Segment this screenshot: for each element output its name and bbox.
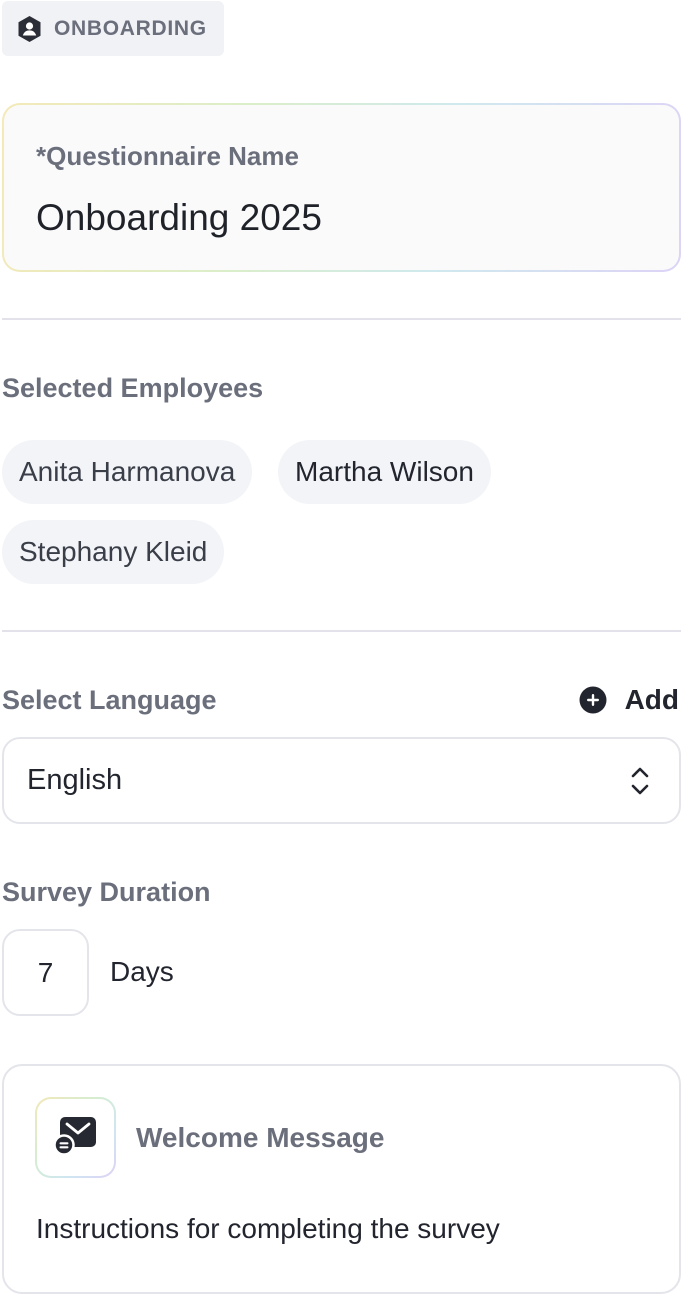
employee-chip[interactable]: Martha Wilson bbox=[278, 440, 491, 504]
employee-chip[interactable]: Anita Harmanova bbox=[2, 440, 253, 504]
divider bbox=[2, 318, 681, 320]
envelope-message-icon bbox=[52, 1115, 98, 1160]
welcome-message-body[interactable]: Instructions for completing the survey bbox=[36, 1213, 500, 1245]
add-language-button[interactable]: Add bbox=[579, 684, 679, 716]
survey-duration-label: Survey Duration bbox=[2, 877, 211, 907]
duration-unit: Days bbox=[110, 956, 174, 987]
chevron-up-down-icon bbox=[627, 764, 653, 798]
selected-employees-label: Selected Employees bbox=[2, 373, 264, 403]
badge-label: ONBOARDING bbox=[54, 16, 207, 40]
questionnaire-name-field[interactable]: *Questionnaire Name Onboarding 2025 bbox=[2, 103, 681, 272]
select-language-label: Select Language bbox=[2, 685, 217, 715]
welcome-message-title: Welcome Message bbox=[136, 1122, 385, 1153]
user-shield-icon bbox=[17, 15, 42, 43]
welcome-icon-frame bbox=[35, 1097, 116, 1178]
onboarding-badge: ONBOARDING bbox=[2, 1, 224, 56]
questionnaire-name-label: *Questionnaire Name bbox=[36, 141, 299, 171]
divider bbox=[2, 630, 681, 632]
plus-circle-icon bbox=[579, 686, 607, 714]
questionnaire-name-input[interactable]: Onboarding 2025 bbox=[36, 197, 322, 239]
add-label: Add bbox=[624, 684, 679, 715]
employee-chip[interactable]: Stephany Kleid bbox=[2, 520, 225, 584]
welcome-message-card[interactable]: Welcome Message Instructions for complet… bbox=[2, 1064, 681, 1294]
language-select-value: English bbox=[27, 764, 123, 796]
language-select[interactable]: English bbox=[2, 737, 681, 824]
duration-input[interactable]: 7 bbox=[2, 929, 89, 1016]
